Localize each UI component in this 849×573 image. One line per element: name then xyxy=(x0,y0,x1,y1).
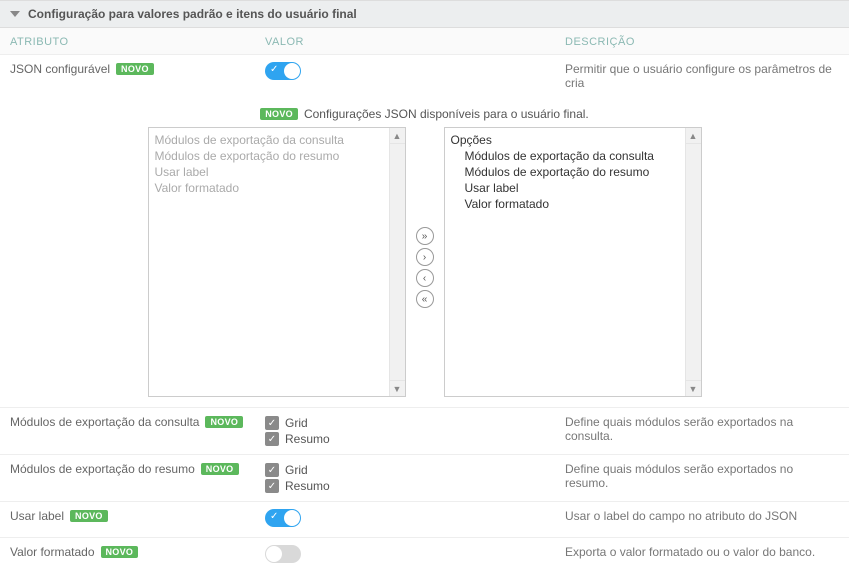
tree-item[interactable]: Valor formatado xyxy=(451,196,695,212)
attr-desc: Define quais módulos serão exportados no… xyxy=(565,462,839,490)
novo-badge: NOVO xyxy=(70,510,108,522)
checkbox-grid[interactable]: ✓ xyxy=(265,416,279,430)
available-listbox[interactable]: Módulos de exportação da consulta Módulo… xyxy=(148,127,406,397)
toggle-knob xyxy=(266,546,282,562)
tree-item[interactable]: Módulos de exportação do resumo xyxy=(451,164,695,180)
scroll-up-icon[interactable]: ▲ xyxy=(390,128,405,144)
move-all-right-button[interactable]: » xyxy=(416,227,434,245)
info-text: Configurações JSON disponíveis para o us… xyxy=(304,107,589,121)
scrollbar[interactable]: ▲ ▼ xyxy=(389,128,405,396)
checkbox-grid[interactable]: ✓ xyxy=(265,463,279,477)
checkbox-resumo[interactable]: ✓ xyxy=(265,479,279,493)
scroll-up-icon[interactable]: ▲ xyxy=(686,128,701,144)
attr-desc: Exporta o valor formatado ou o valor do … xyxy=(565,545,839,559)
attr-desc: Permitir que o usuário configure os parâ… xyxy=(565,62,839,90)
row-valor-formatado: Valor formatado NOVO Exporta o valor for… xyxy=(0,538,849,573)
novo-badge: NOVO xyxy=(201,463,239,475)
attr-label: JSON configurável xyxy=(10,62,110,76)
col-header-valor: VALOR xyxy=(265,36,565,48)
move-left-button[interactable]: ‹ xyxy=(416,269,434,287)
check-icon: ✓ xyxy=(270,64,278,75)
novo-badge: NOVO xyxy=(101,546,139,558)
checkbox-label: Resumo xyxy=(285,432,330,446)
valor-formatado-toggle[interactable] xyxy=(265,545,301,563)
column-headers: ATRIBUTO VALOR DESCRIÇÃO xyxy=(0,28,849,55)
scroll-down-icon[interactable]: ▼ xyxy=(390,380,405,396)
row-json-configuravel: JSON configurável NOVO ✓ Permitir que o … xyxy=(0,55,849,97)
attr-label: Módulos de exportação do resumo xyxy=(10,462,195,476)
list-item[interactable]: Valor formatado xyxy=(155,180,399,196)
tree-item[interactable]: Módulos de exportação da consulta xyxy=(451,148,695,164)
list-item[interactable]: Módulos de exportação da consulta xyxy=(155,132,399,148)
attr-label: Valor formatado xyxy=(10,545,95,559)
checkbox-resumo[interactable]: ✓ xyxy=(265,432,279,446)
attr-label: Módulos de exportação da consulta xyxy=(10,415,199,429)
checkbox-label: Grid xyxy=(285,463,308,477)
transfer-buttons: » › ‹ « xyxy=(416,127,434,308)
row-exp-consulta: Módulos de exportação da consulta NOVO ✓… xyxy=(0,408,849,455)
list-item[interactable]: Usar label xyxy=(155,164,399,180)
move-right-button[interactable]: › xyxy=(416,248,434,266)
checkbox-label: Grid xyxy=(285,416,308,430)
selected-listbox[interactable]: Opções Módulos de exportação da consulta… xyxy=(444,127,702,397)
info-line: NOVO Configurações JSON disponíveis para… xyxy=(0,97,849,127)
check-icon: ✓ xyxy=(270,511,278,522)
novo-badge: NOVO xyxy=(260,108,298,120)
scrollbar[interactable]: ▲ ▼ xyxy=(685,128,701,396)
tree-root[interactable]: Opções xyxy=(451,132,695,148)
col-header-descricao: DESCRIÇÃO xyxy=(565,36,839,48)
usar-label-toggle[interactable]: ✓ xyxy=(265,509,301,527)
row-usar-label: Usar label NOVO ✓ Usar o label do campo … xyxy=(0,502,849,538)
row-exp-resumo: Módulos de exportação do resumo NOVO ✓ G… xyxy=(0,455,849,502)
list-item[interactable]: Módulos de exportação do resumo xyxy=(155,148,399,164)
collapse-icon xyxy=(10,11,20,17)
scroll-down-icon[interactable]: ▼ xyxy=(686,380,701,396)
section-title: Configuração para valores padrão e itens… xyxy=(28,7,357,21)
attr-desc: Define quais módulos serão exportados na… xyxy=(565,415,839,443)
tree-item[interactable]: Usar label xyxy=(451,180,695,196)
json-config-toggle[interactable]: ✓ xyxy=(265,62,301,80)
col-header-atributo: ATRIBUTO xyxy=(10,36,265,48)
attr-label: Usar label xyxy=(10,509,64,523)
section-header[interactable]: Configuração para valores padrão e itens… xyxy=(0,0,849,28)
novo-badge: NOVO xyxy=(205,416,243,428)
checkbox-label: Resumo xyxy=(285,479,330,493)
dual-list: Módulos de exportação da consulta Módulo… xyxy=(0,127,849,408)
toggle-knob xyxy=(284,63,300,79)
toggle-knob xyxy=(284,510,300,526)
move-all-left-button[interactable]: « xyxy=(416,290,434,308)
attr-desc: Usar o label do campo no atributo do JSO… xyxy=(565,509,839,523)
novo-badge: NOVO xyxy=(116,63,154,75)
